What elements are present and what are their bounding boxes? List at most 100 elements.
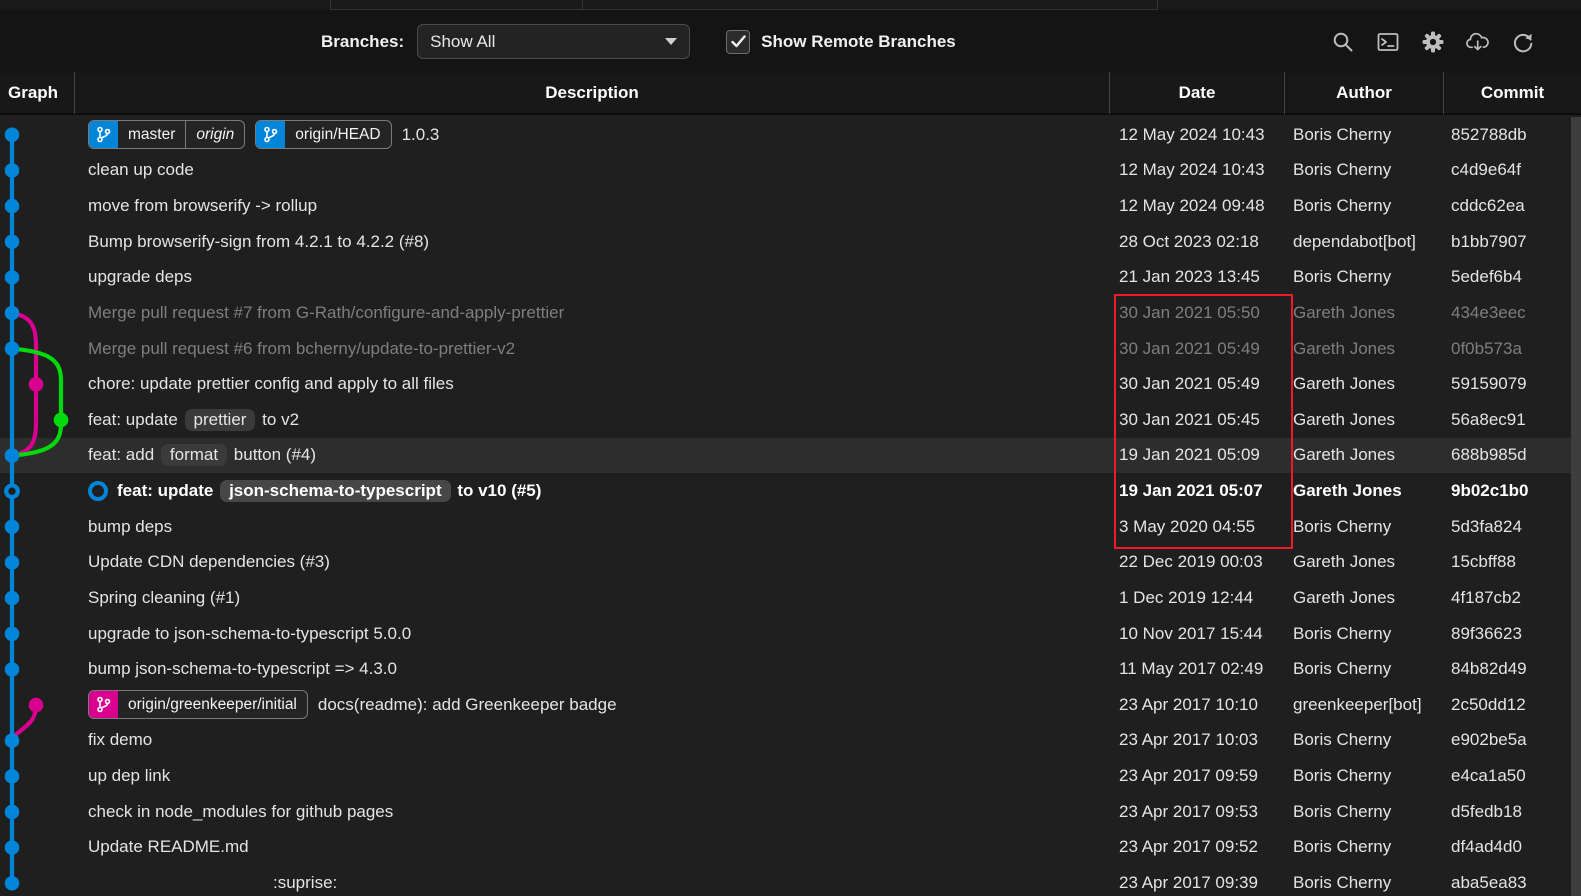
commit-row[interactable]: Merge pull request #7 from G-Rath/config… — [0, 295, 1581, 331]
commit-description: Bump browserify-sign from 4.2.1 to 4.2.2… — [75, 232, 1110, 252]
commit-hash: 89f36623 — [1444, 624, 1581, 644]
commit-row[interactable]: clean up code12 May 2024 10:43Boris Cher… — [0, 153, 1581, 189]
commit-date: 1 Dec 2019 12:44 — [1110, 588, 1285, 608]
graph-cell — [0, 438, 75, 474]
commit-row[interactable]: Update README.md23 Apr 2017 09:52Boris C… — [0, 830, 1581, 866]
column-header-graph: Graph — [0, 72, 75, 114]
commit-description: fix demo — [75, 730, 1110, 750]
commit-hash: 2c50dd12 — [1444, 695, 1581, 715]
commit-description: Merge pull request #7 from G-Rath/config… — [75, 303, 1110, 323]
column-header-author[interactable]: Author — [1285, 72, 1444, 114]
git-branch-icon — [96, 696, 111, 713]
message-text: docs(readme): add Greenkeeper badge — [318, 695, 617, 714]
branches-dropdown[interactable]: Show All — [417, 24, 690, 59]
commit-row[interactable]: check in node_modules for github pages23… — [0, 794, 1581, 830]
settings-button[interactable] — [1421, 30, 1445, 54]
branches-label: Branches: — [321, 32, 404, 52]
commit-author: Boris Cherny — [1285, 160, 1444, 180]
message-text: check in node_modules for github pages — [88, 802, 393, 821]
show-remote-branches-label: Show Remote Branches — [761, 32, 956, 52]
commit-author: Gareth Jones — [1285, 588, 1444, 608]
terminal-button[interactable] — [1376, 30, 1400, 54]
commit-row[interactable]: up dep link23 Apr 2017 09:59Boris Cherny… — [0, 758, 1581, 794]
commit-row[interactable]: move from browserify -> rollup 12 May 202… — [0, 188, 1581, 224]
branches-dropdown-value: Show All — [430, 32, 665, 52]
fetch-button[interactable] — [1466, 30, 1490, 54]
message-text: button (#4) — [229, 445, 316, 464]
commit-row[interactable]: feat: update json-schema-to-typescript t… — [0, 473, 1581, 509]
graph-cell — [0, 794, 75, 830]
scrollbar[interactable] — [1571, 117, 1581, 896]
graph-cell — [0, 758, 75, 794]
commit-row[interactable]: fix demo23 Apr 2017 10:03Boris Chernye90… — [0, 723, 1581, 759]
git-branch-icon-box — [89, 691, 118, 718]
commit-message: clean up code — [88, 160, 194, 180]
commit-description: check in node_modules for github pages — [75, 802, 1110, 822]
commit-description: bump deps — [75, 517, 1110, 537]
graph-cell — [0, 865, 75, 896]
graph-cell — [0, 580, 75, 616]
graph-cell — [0, 509, 75, 545]
commit-row[interactable]: Bump browserify-sign from 4.2.1 to 4.2.2… — [0, 224, 1581, 260]
message-text: Update CDN dependencies (#3) — [88, 552, 330, 571]
commit-hash: 5edef6b4 — [1444, 267, 1581, 287]
check-icon — [731, 35, 746, 48]
commit-message: check in node_modules for github pages — [88, 802, 393, 822]
commit-description: upgrade to json-schema-to-typescript 5.0… — [75, 624, 1110, 644]
branch-badge-label: master — [118, 121, 185, 148]
column-header-commit[interactable]: Commit — [1444, 72, 1581, 114]
branch-badge[interactable]: origin/HEAD — [255, 120, 391, 149]
commit-message: feat: add format button (#4) — [88, 444, 316, 466]
branch-badge-label: origin — [185, 121, 244, 148]
refresh-button[interactable] — [1511, 30, 1535, 54]
commit-date: 28 Oct 2023 02:18 — [1110, 232, 1285, 252]
commit-row[interactable]: Update CDN dependencies (#3)22 Dec 2019 … — [0, 545, 1581, 581]
commit-author: Boris Cherny — [1285, 873, 1444, 893]
commit-row[interactable]: upgrade to json-schema-to-typescript 5.0… — [0, 616, 1581, 652]
commit-message: Update CDN dependencies (#3) — [88, 552, 330, 572]
graph-cell — [0, 723, 75, 759]
cloud-download-icon — [1466, 30, 1490, 54]
message-text: clean up code — [88, 160, 194, 179]
commit-row[interactable]: bump json-schema-to-typescript => 4.3.01… — [0, 651, 1581, 687]
commit-row[interactable]: feat: add format button (#4)19 Jan 2021 … — [0, 438, 1581, 474]
commit-message: Spring cleaning (#1) — [88, 588, 240, 608]
git-branch-icon-box — [89, 121, 118, 148]
graph-cell — [0, 473, 75, 509]
commit-row[interactable]: origin/greenkeeper/initial docs(readme): … — [0, 687, 1581, 723]
message-text: Update README.md — [88, 837, 249, 856]
inline-code-chip: format — [161, 444, 227, 466]
commit-row[interactable]: Spring cleaning (#1) 1 Dec 2019 12:44Gare… — [0, 580, 1581, 616]
message-text: upgrade deps — [88, 267, 192, 286]
commit-message: Update README.md — [88, 837, 249, 857]
message-text: move from browserify -> rollup — [88, 196, 317, 215]
commit-author: Gareth Jones — [1285, 374, 1444, 394]
message-text: to v10 (#5) — [453, 481, 542, 500]
commit-message: 1.0.3 — [402, 125, 440, 145]
graph-cell — [0, 153, 75, 189]
commit-author: Boris Cherny — [1285, 624, 1444, 644]
message-text: chore: update prettier config and apply … — [88, 374, 454, 393]
commit-date: 10 Nov 2017 15:44 — [1110, 624, 1285, 644]
branch-badge[interactable]: origin/greenkeeper/initial — [88, 690, 308, 719]
gear-icon — [1421, 30, 1445, 54]
commit-description: feat: update prettier to v2 — [75, 409, 1110, 431]
column-header-date[interactable]: Date — [1110, 72, 1285, 114]
column-header-description[interactable]: Description — [75, 72, 1110, 114]
commit-row[interactable]: upgrade deps21 Jan 2023 13:45Boris Chern… — [0, 260, 1581, 296]
branch-badge[interactable]: masterorigin — [88, 120, 245, 149]
commit-row[interactable]: chore: update prettier config and apply … — [0, 366, 1581, 402]
commit-row[interactable]: :suprise:23 Apr 2017 09:39Boris Chernyab… — [0, 865, 1581, 896]
commit-date: 23 Apr 2017 10:03 — [1110, 730, 1285, 750]
inline-code-chip: prettier — [185, 409, 256, 431]
commit-date: 12 May 2024 09:48 — [1110, 196, 1285, 216]
scrollbar-thumb[interactable] — [1571, 117, 1581, 896]
commit-row[interactable]: bump deps3 May 2020 04:55Boris Cherny5d3… — [0, 509, 1581, 545]
commit-message: upgrade deps — [88, 267, 192, 287]
commit-message: Merge pull request #6 from bcherny/updat… — [88, 339, 515, 359]
commit-row[interactable]: feat: update prettier to v230 Jan 2021 0… — [0, 402, 1581, 438]
search-button[interactable] — [1331, 30, 1355, 54]
show-remote-branches-checkbox[interactable] — [726, 30, 750, 54]
commit-row[interactable]: masteroriginorigin/HEAD1.0.312 May 2024 … — [0, 117, 1581, 153]
commit-row[interactable]: Merge pull request #6 from bcherny/updat… — [0, 331, 1581, 367]
